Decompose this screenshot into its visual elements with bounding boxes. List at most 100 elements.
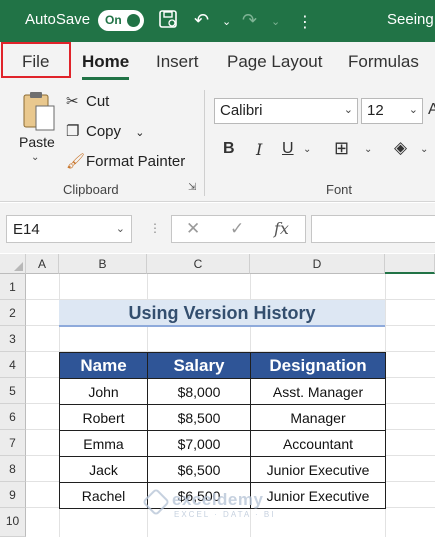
header-salary[interactable]: Salary xyxy=(147,352,251,379)
borders-icon[interactable]: ⊞ xyxy=(334,138,349,159)
clipboard-group-label: Clipboard xyxy=(63,182,119,197)
header-designation[interactable]: Designation xyxy=(250,352,386,379)
formula-input[interactable] xyxy=(311,215,435,243)
cell-designation[interactable]: Accountant xyxy=(250,430,386,457)
paste-button[interactable]: Paste xyxy=(19,134,55,150)
watermark-name: exceldemy xyxy=(172,490,264,509)
watermark-tagline: EXCEL · DATA · BI xyxy=(174,510,276,519)
ribbon-home: Paste ⌄ ✂ Cut ❐ Copy ⌄ 🖌Format Painter Cli… xyxy=(0,80,435,202)
row-header[interactable]: 1 xyxy=(0,274,26,300)
cell-salary[interactable]: $8,000 xyxy=(147,378,251,405)
cell-designation[interactable]: Manager xyxy=(250,404,386,431)
row-header[interactable]: 3 xyxy=(0,326,26,352)
row-header[interactable]: 9 xyxy=(0,482,26,508)
cell-salary[interactable]: $6,500 xyxy=(147,456,251,483)
formula-bar-resize-icon[interactable]: ⋮ xyxy=(149,221,162,235)
underline-dropdown-icon[interactable]: ⌄ xyxy=(303,144,311,155)
formula-tools: ✕ ✓ fx xyxy=(171,215,306,243)
borders-dropdown-icon[interactable]: ⌄ xyxy=(364,144,372,155)
table-header-row: Name Salary Designation xyxy=(59,352,386,379)
fill-color-icon[interactable]: ◈ xyxy=(394,138,407,158)
toggle-knob xyxy=(127,14,140,27)
name-box[interactable]: E14 ⌄ xyxy=(6,215,132,243)
cell-designation[interactable]: Junior Executive xyxy=(250,456,386,483)
autosave-toggle[interactable]: On xyxy=(98,10,144,31)
font-size-select[interactable]: 12 ⌄ xyxy=(361,98,423,124)
row-header[interactable]: 7 xyxy=(0,430,26,456)
row-header[interactable]: 8 xyxy=(0,456,26,482)
cell-name[interactable]: Jack xyxy=(59,456,148,483)
table-row: John $8,000 Asst. Manager xyxy=(59,378,386,405)
paintbrush-icon: 🖌 xyxy=(66,153,86,170)
select-all-corner[interactable] xyxy=(0,254,26,274)
column-header-b[interactable]: B xyxy=(59,254,147,274)
table-row: Jack $6,500 Junior Executive xyxy=(59,456,386,483)
name-box-value: E14 xyxy=(13,221,40,238)
cut-button[interactable]: ✂ Cut xyxy=(66,92,109,110)
enter-icon[interactable]: ✓ xyxy=(230,219,244,239)
column-header-e[interactable] xyxy=(385,254,435,274)
font-group-label: Font xyxy=(326,182,353,197)
fill-color-dropdown-icon[interactable]: ⌄ xyxy=(420,144,428,155)
autosave-label: AutoSave xyxy=(25,11,91,28)
row-header[interactable]: 5 xyxy=(0,378,26,404)
formula-bar: E14 ⌄ ⋮ ✕ ✓ fx xyxy=(0,203,435,253)
employee-table: Name Salary Designation John $8,000 Asst… xyxy=(59,352,386,509)
quick-access-more-icon[interactable]: ⋮ xyxy=(297,12,313,34)
underline-button[interactable]: U xyxy=(282,140,294,158)
italic-button[interactable]: I xyxy=(256,140,262,159)
copy-dropdown-icon[interactable]: ⌄ xyxy=(135,127,144,139)
row-header[interactable]: 4 xyxy=(0,352,26,378)
save-icon[interactable] xyxy=(158,9,178,34)
font-name-value: Calibri xyxy=(220,102,263,119)
autosave-state: On xyxy=(105,13,122,27)
column-header-a[interactable]: A xyxy=(26,254,59,274)
row-header[interactable]: 10 xyxy=(0,508,26,537)
cell-salary[interactable]: $8,500 xyxy=(147,404,251,431)
font-size-value: 12 xyxy=(367,102,384,119)
redo-icon[interactable]: ↷ xyxy=(242,9,257,31)
document-title: Seeing xyxy=(387,11,434,28)
insert-function-icon[interactable]: fx xyxy=(274,219,289,238)
copy-button[interactable]: ❐ Copy ⌄ xyxy=(66,122,144,140)
cell-name[interactable]: John xyxy=(59,378,148,405)
undo-icon[interactable]: ↶ xyxy=(194,9,209,31)
cut-label: Cut xyxy=(86,93,110,110)
table-row: Emma $7,000 Accountant xyxy=(59,430,386,457)
tab-file[interactable]: File xyxy=(1,42,71,78)
sheet-title-cell[interactable]: Using Version History xyxy=(59,300,385,327)
format-painter-label: Format Painter xyxy=(86,153,186,170)
title-bar: AutoSave On ↶ ⌄ ↷ ⌄ ⋮ Seeing xyxy=(0,0,435,42)
row-header[interactable]: 6 xyxy=(0,404,26,430)
tab-formulas[interactable]: Formulas xyxy=(348,52,419,72)
tab-home[interactable]: Home xyxy=(82,52,130,80)
group-divider xyxy=(204,90,205,196)
column-header-c[interactable]: C xyxy=(147,254,250,274)
column-header-d[interactable]: D xyxy=(250,254,385,274)
ribbon-tabs: File Home Insert Page Layout Formulas xyxy=(0,42,435,80)
font-name-select[interactable]: Calibri ⌄ xyxy=(214,98,358,124)
undo-dropdown-icon[interactable]: ⌄ xyxy=(222,11,231,33)
chevron-down-icon: ⌄ xyxy=(115,223,125,235)
paste-dropdown-icon[interactable]: ⌄ xyxy=(31,152,39,163)
paste-icon[interactable] xyxy=(22,90,56,132)
cell-designation[interactable]: Asst. Manager xyxy=(250,378,386,405)
clipboard-launcher-icon[interactable]: ⇲ xyxy=(188,182,196,193)
increase-font-size-icon[interactable]: A xyxy=(428,101,435,119)
header-name[interactable]: Name xyxy=(59,352,148,379)
cell-salary[interactable]: $7,000 xyxy=(147,430,251,457)
tab-insert[interactable]: Insert xyxy=(156,52,199,72)
scissors-icon: ✂ xyxy=(66,93,79,110)
cell-name[interactable]: Robert xyxy=(59,404,148,431)
cell-name[interactable]: Emma xyxy=(59,430,148,457)
chevron-down-icon: ⌄ xyxy=(408,104,418,116)
cell-name[interactable]: Rachel xyxy=(59,482,148,509)
bold-button[interactable]: B xyxy=(223,140,235,158)
format-painter-button[interactable]: 🖌Format Painter xyxy=(66,152,185,170)
cancel-icon[interactable]: ✕ xyxy=(186,219,200,239)
exceldemy-watermark: exceldemy EXCEL · DATA · BI xyxy=(141,487,276,519)
redo-dropdown-icon[interactable]: ⌄ xyxy=(271,11,280,33)
table-row: Robert $8,500 Manager xyxy=(59,404,386,431)
tab-page-layout[interactable]: Page Layout xyxy=(227,52,322,72)
row-header[interactable]: 2 xyxy=(0,300,26,326)
